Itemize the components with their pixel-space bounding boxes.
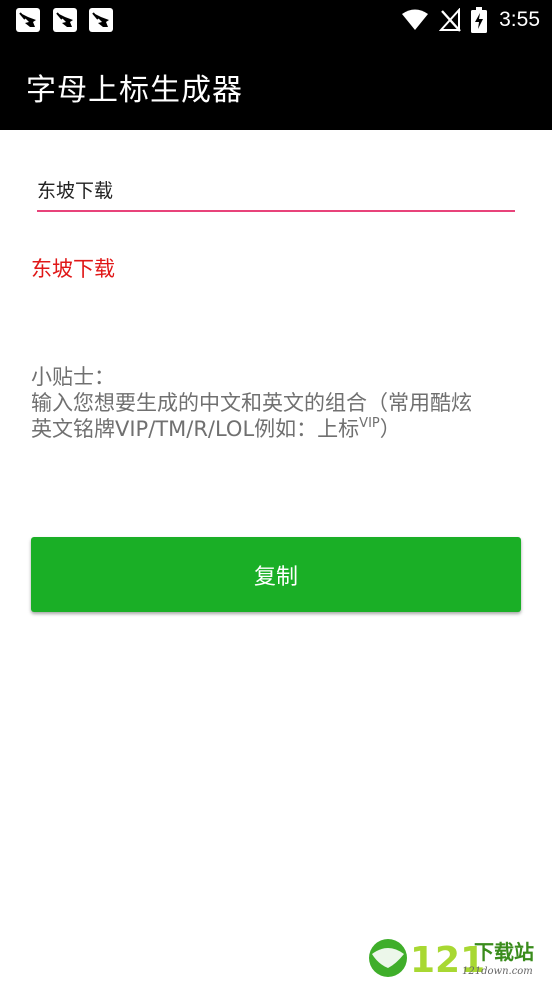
superscript-example: VIP (359, 416, 380, 431)
app-title: 字母上标生成器 (26, 73, 243, 108)
bird-icon (53, 8, 77, 32)
copy-button[interactable]: 复制 (31, 537, 521, 612)
tips-line-2: 英文铭牌VIP/TM/R/LOL例如：上标VIP） (31, 416, 521, 442)
watermark-domain: 121down.com (462, 966, 533, 977)
watermark-brand: 下载站 (474, 940, 534, 964)
tips-line-1: 输入您想要生成的中文和英文的组合（常用酷炫 (31, 391, 472, 415)
status-time: 3:55 (499, 8, 540, 31)
no-signal-icon (439, 8, 462, 32)
status-icons: 3:55 (401, 0, 540, 40)
tips-heading: 小贴士： (31, 365, 115, 389)
tips-text: 小贴士： 输入您想要生成的中文和英文的组合（常用酷炫 英文铭牌VIP/TM/R/… (31, 364, 521, 442)
tips-line-2-suffix: ） (379, 417, 401, 441)
bird-icon (16, 8, 40, 32)
status-bar: 3:55 (0, 0, 552, 40)
text-input[interactable] (37, 172, 515, 206)
screen: 3:55 字母上标生成器 东坡下载 小贴士： 输入您想要生成的中文和英文的组合（… (0, 0, 552, 981)
app-bar: 字母上标生成器 (0, 40, 552, 130)
tips-line-2-prefix: 英文铭牌VIP/TM/R/LOL例如：上标 (31, 417, 360, 441)
input-underline (37, 172, 515, 212)
watermark-logo: 121 下载站 121down.com (369, 939, 534, 980)
wifi-icon (402, 9, 429, 30)
battery-charging-icon (471, 7, 488, 33)
bird-icon (89, 8, 113, 32)
result-text: 东坡下载 (31, 257, 115, 281)
